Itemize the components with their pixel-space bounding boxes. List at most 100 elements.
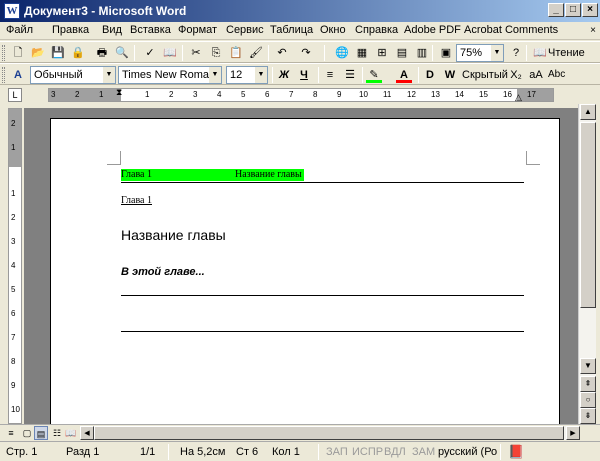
d-icon[interactable]: D bbox=[422, 67, 438, 83]
ruler-number: 12 bbox=[407, 90, 416, 99]
scroll-up-icon[interactable]: ▲ bbox=[580, 104, 596, 120]
normal-view-icon[interactable]: ≡ bbox=[4, 426, 18, 440]
ruler-number: 16 bbox=[503, 90, 512, 99]
menu-help[interactable]: Справка bbox=[355, 24, 398, 36]
menu-window[interactable]: Окно bbox=[320, 24, 346, 36]
maximize-button[interactable]: □ bbox=[565, 3, 581, 17]
next-page-icon[interactable]: ⇟ bbox=[580, 408, 596, 424]
status-track-changes[interactable]: ИСПР bbox=[352, 446, 383, 458]
status-language[interactable]: русский (Ро bbox=[438, 446, 497, 458]
change-case-icon[interactable]: aA bbox=[528, 67, 544, 83]
permission-icon[interactable]: 🔒 bbox=[70, 45, 86, 61]
reading-layout-icon[interactable]: 📖 bbox=[64, 426, 78, 440]
print-icon[interactable]: 🖶 bbox=[94, 45, 110, 61]
toolbar-grip[interactable] bbox=[2, 67, 5, 83]
zoom-select[interactable]: 75% ▼ bbox=[456, 44, 504, 62]
chevron-down-icon[interactable]: ▼ bbox=[255, 67, 267, 83]
status-column: Кол 1 bbox=[272, 446, 300, 458]
bullets-icon[interactable]: ☰ bbox=[342, 67, 358, 83]
cut-icon[interactable]: ✂ bbox=[188, 45, 204, 61]
subscript-icon[interactable]: X₂ bbox=[508, 67, 524, 83]
close-button[interactable]: × bbox=[582, 3, 598, 17]
insert-excel-icon[interactable]: ▤ bbox=[394, 45, 410, 61]
print-preview-icon[interactable]: 🔍 bbox=[114, 45, 130, 61]
separator bbox=[418, 67, 419, 83]
horizontal-scrollbar[interactable]: ◀ ▶ bbox=[80, 426, 580, 440]
chevron-down-icon[interactable]: ▼ bbox=[209, 67, 221, 83]
open-icon[interactable]: 📂 bbox=[30, 45, 46, 61]
scroll-thumb[interactable] bbox=[580, 122, 596, 308]
insert-table-icon[interactable]: ⊞ bbox=[374, 45, 390, 61]
copy-icon[interactable]: ⎘ bbox=[208, 45, 224, 61]
document-page[interactable]: Глава 1 Название главы Глава 1 Название … bbox=[50, 118, 560, 424]
chevron-down-icon[interactable]: ▼ bbox=[491, 45, 503, 61]
page-header[interactable]: Глава 1 Название главы bbox=[121, 169, 524, 183]
scroll-down-icon[interactable]: ▼ bbox=[580, 358, 596, 374]
new-document-icon[interactable]: 🗋 bbox=[10, 45, 26, 61]
menu-format[interactable]: Формат bbox=[178, 24, 217, 36]
scroll-thumb[interactable] bbox=[94, 426, 564, 440]
close-document-icon[interactable]: × bbox=[590, 25, 596, 36]
select-browse-object-icon[interactable]: ○ bbox=[580, 392, 596, 408]
menu-view[interactable]: Вид bbox=[102, 24, 122, 36]
ruler-number: 9 bbox=[337, 90, 342, 99]
menu-file[interactable]: Файл bbox=[6, 24, 33, 36]
status-overtype[interactable]: ЗАМ bbox=[412, 446, 435, 458]
styles-formatting-icon[interactable]: A bbox=[10, 67, 26, 83]
hyperlink-icon[interactable]: 🌐 bbox=[334, 45, 350, 61]
format-painter-icon[interactable]: 🖌 bbox=[248, 45, 264, 61]
tables-borders-icon[interactable]: ▦ bbox=[354, 45, 370, 61]
status-record[interactable]: ЗАП bbox=[326, 446, 348, 458]
document-area[interactable]: Глава 1 Название главы Глава 1 Название … bbox=[24, 108, 578, 424]
undo-icon[interactable]: ↶ bbox=[274, 45, 290, 61]
separator bbox=[324, 45, 325, 61]
research-icon[interactable]: 📖 bbox=[162, 45, 178, 61]
spelling-icon[interactable]: ✓ bbox=[142, 45, 158, 61]
hidden-button[interactable]: Скрытый bbox=[462, 69, 508, 81]
horizontal-ruler[interactable]: 3 2 1 1 2 3 4 5 6 7 8 9 10 11 12 13 14 1… bbox=[48, 87, 554, 103]
menu-insert[interactable]: Вставка bbox=[130, 24, 171, 36]
underline-button[interactable]: Ч bbox=[296, 67, 312, 83]
toolbar-grip[interactable] bbox=[2, 45, 5, 61]
vertical-ruler[interactable]: 2 1 1 2 3 4 5 6 7 8 9 10 bbox=[8, 108, 22, 424]
save-icon[interactable]: 💾 bbox=[50, 45, 66, 61]
help-icon[interactable]: ? bbox=[508, 45, 524, 61]
style-select[interactable]: Обычный ▼ bbox=[30, 66, 116, 84]
font-size-select[interactable]: 12 ▼ bbox=[226, 66, 268, 84]
font-select[interactable]: Times New Roman ▼ bbox=[118, 66, 222, 84]
font-color-button[interactable]: A bbox=[396, 67, 412, 83]
numbering-icon[interactable]: ≡ bbox=[322, 67, 338, 83]
document-map-icon[interactable]: ▣ bbox=[438, 45, 454, 61]
print-layout-icon[interactable]: ▤ bbox=[34, 426, 48, 440]
spelling-status-icon[interactable]: 📕 bbox=[508, 444, 524, 460]
ruler-number: 3 bbox=[51, 90, 56, 99]
menu-table[interactable]: Таблица bbox=[270, 24, 313, 36]
abc-button[interactable]: Abc bbox=[548, 69, 565, 80]
minimize-button[interactable]: _ bbox=[548, 3, 564, 17]
paste-icon[interactable]: 📋 bbox=[228, 45, 244, 61]
status-extend[interactable]: ВДЛ bbox=[384, 446, 406, 458]
web-layout-icon[interactable]: ▢ bbox=[20, 426, 34, 440]
scroll-left-icon[interactable]: ◀ bbox=[80, 426, 94, 440]
read-icon[interactable]: 📖 bbox=[532, 45, 548, 61]
bold-button[interactable]: Ж bbox=[276, 67, 292, 83]
highlight-icon[interactable]: ✎ bbox=[366, 67, 382, 83]
menu-adobe-pdf[interactable]: Adobe PDF bbox=[404, 24, 461, 36]
title-bar[interactable]: W Документ3 - Microsoft Word _ □ × bbox=[0, 0, 600, 22]
outline-view-icon[interactable]: ☷ bbox=[50, 426, 64, 440]
menu-tools[interactable]: Сервис bbox=[226, 24, 264, 36]
word-icon[interactable]: W bbox=[4, 3, 20, 19]
previous-page-icon[interactable]: ⇞ bbox=[580, 376, 596, 392]
redo-icon[interactable]: ↷ bbox=[298, 45, 314, 61]
vertical-scrollbar[interactable]: ▲ ▼ ⇞ ○ ⇟ bbox=[578, 104, 596, 424]
w-icon[interactable]: W bbox=[442, 67, 458, 83]
read-button[interactable]: Чтение bbox=[548, 47, 585, 59]
scroll-right-icon[interactable]: ▶ bbox=[566, 426, 580, 440]
indent-marker-icon[interactable]: ⧗ bbox=[116, 87, 122, 98]
tab-selector[interactable]: L bbox=[8, 88, 22, 102]
columns-icon[interactable]: ▥ bbox=[414, 45, 430, 61]
menu-acrobat-comments[interactable]: Acrobat Comments bbox=[464, 24, 558, 36]
menu-edit[interactable]: Правка bbox=[52, 24, 89, 36]
right-indent-marker-icon[interactable]: △ bbox=[515, 92, 522, 103]
chevron-down-icon[interactable]: ▼ bbox=[103, 67, 115, 83]
